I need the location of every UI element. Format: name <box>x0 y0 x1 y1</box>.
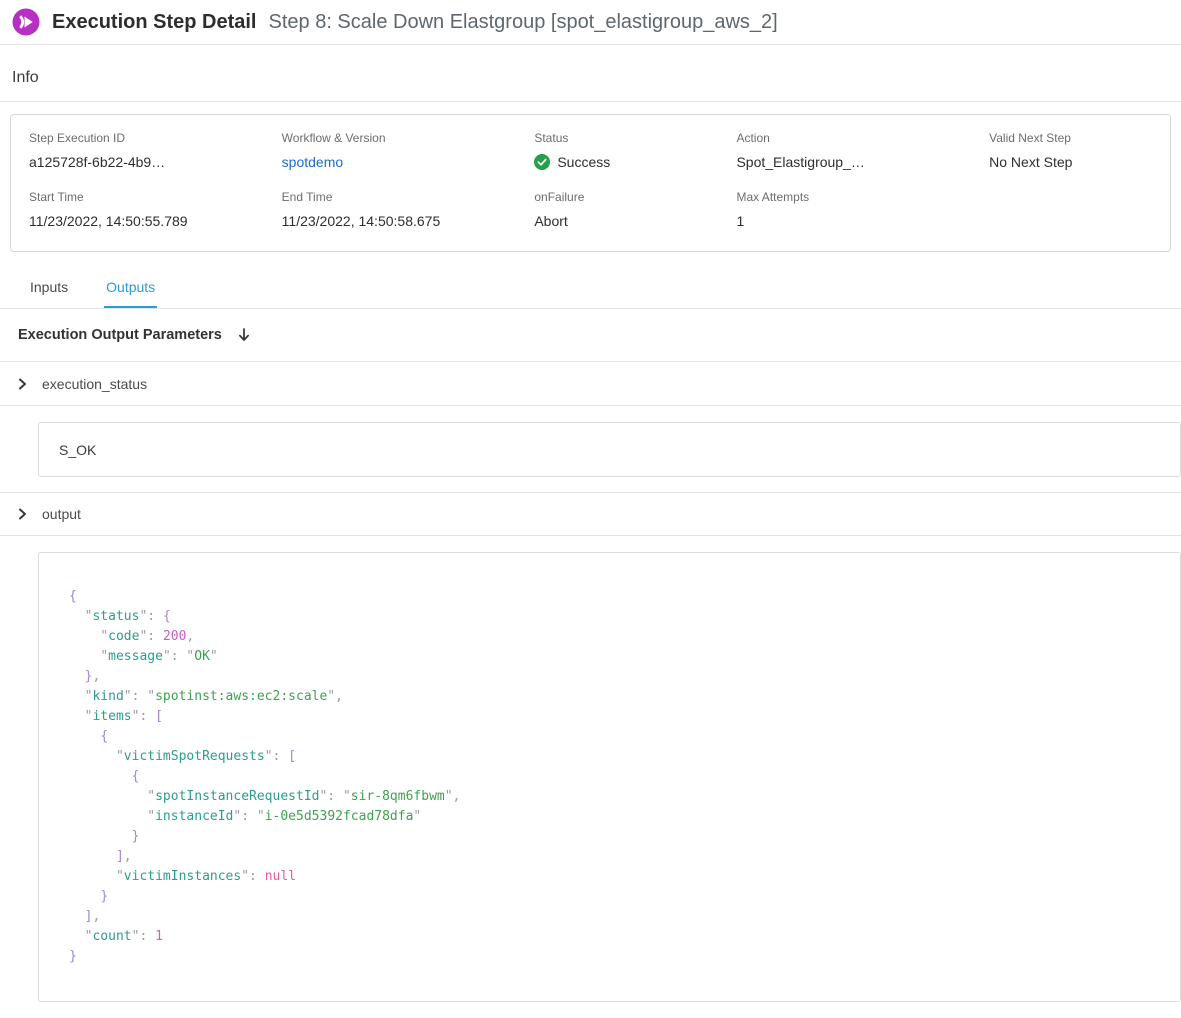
execution-status-value: S_OK <box>59 442 96 458</box>
field-action: Action Spot_Elastigroup_… <box>736 131 989 170</box>
info-section-title: Info <box>12 69 39 86</box>
field-value: 1 <box>736 213 989 229</box>
field-start-time: Start Time 11/23/2022, 14:50:55.789 <box>29 190 282 229</box>
field-label: Start Time <box>29 190 282 204</box>
field-max-attempts: Max Attempts 1 <box>736 190 989 229</box>
collapse-row-output[interactable]: output <box>0 492 1181 536</box>
workflow-link[interactable]: spotdemo <box>282 154 535 170</box>
field-value: 11/23/2022, 14:50:58.675 <box>282 213 535 229</box>
execution-output-parameters-title: Execution Output Parameters <box>18 327 222 343</box>
field-label: Max Attempts <box>736 190 989 204</box>
execution-status-value-box: S_OK <box>38 422 1181 477</box>
collapse-row-execution-status[interactable]: execution_status <box>0 362 1181 406</box>
field-label: onFailure <box>534 190 736 204</box>
field-label: Workflow & Version <box>282 131 535 145</box>
field-label: Action <box>736 131 989 145</box>
field-label: Step Execution ID <box>29 131 282 145</box>
page-subtitle: Step 8: Scale Down Elastgroup [spot_elas… <box>269 11 778 34</box>
inputs-outputs-tabs: Inputs Outputs <box>0 266 1181 309</box>
field-end-time: End Time 11/23/2022, 14:50:58.675 <box>282 190 535 229</box>
field-value: Spot_Elastigroup_… <box>736 154 989 170</box>
field-empty <box>989 190 1152 229</box>
field-status: Status Success <box>534 131 736 170</box>
field-on-failure: onFailure Abort <box>534 190 736 229</box>
collapse-row-label: execution_status <box>42 376 147 392</box>
collapse-row-label: output <box>42 506 81 522</box>
field-value: No Next Step <box>989 154 1152 170</box>
field-label: Valid Next Step <box>989 131 1152 145</box>
info-card: Step Execution ID a125728f-6b22-4b9… Wor… <box>10 114 1171 252</box>
expand-all-arrow-down-icon[interactable] <box>236 327 252 343</box>
field-valid-next-step: Valid Next Step No Next Step <box>989 131 1152 170</box>
success-check-icon <box>534 154 550 170</box>
field-value: a125728f-6b22-4b9… <box>29 154 282 170</box>
field-step-execution-id: Step Execution ID a125728f-6b22-4b9… <box>29 131 282 170</box>
app-logo-icon[interactable] <box>12 8 40 36</box>
chevron-right-icon <box>15 507 29 521</box>
execution-output-parameters-header: Execution Output Parameters <box>0 309 1181 362</box>
status-badge: Success <box>534 154 736 170</box>
field-label: Status <box>534 131 736 145</box>
tab-outputs[interactable]: Outputs <box>104 266 157 308</box>
field-workflow-version: Workflow & Version spotdemo <box>282 131 535 170</box>
chevron-right-icon <box>15 377 29 391</box>
field-label: End Time <box>282 190 535 204</box>
field-value: Abort <box>534 213 736 229</box>
info-section-header: Info <box>0 45 1181 102</box>
tab-inputs[interactable]: Inputs <box>28 266 70 308</box>
field-value: 11/23/2022, 14:50:55.789 <box>29 213 282 229</box>
status-text: Success <box>557 154 610 170</box>
app-header: Execution Step Detail Step 8: Scale Down… <box>0 0 1181 45</box>
page-title: Execution Step Detail <box>52 11 257 34</box>
output-json-code: { "status": { "code": 200, "message": "O… <box>38 552 1181 1002</box>
